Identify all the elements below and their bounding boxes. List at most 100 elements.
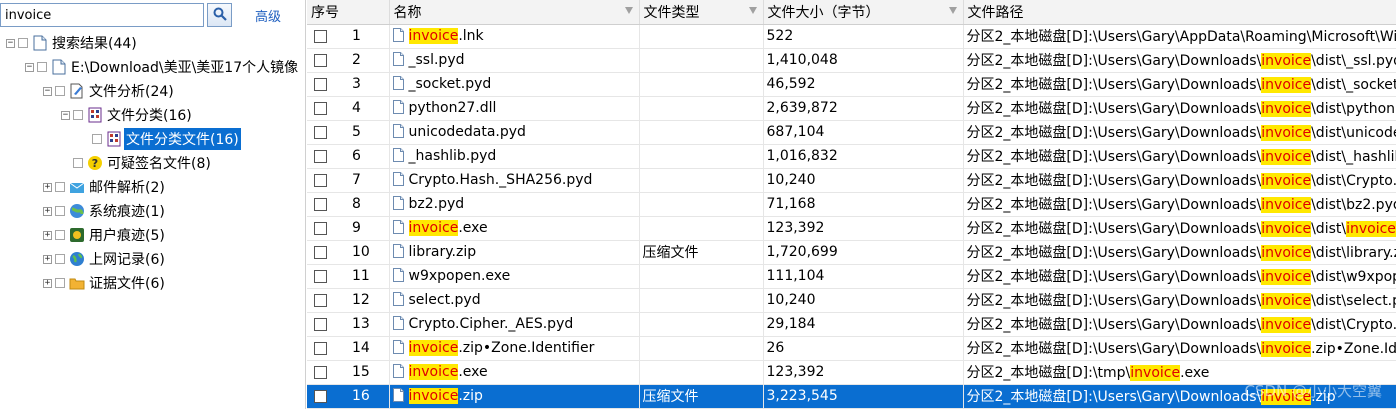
path-cell: 分区2_本地磁盘[D]:\Users\Gary\Downloads\invoic… <box>963 288 1396 313</box>
search-input[interactable] <box>0 3 204 27</box>
row-checkbox[interactable] <box>314 53 327 67</box>
collapse-icon[interactable]: − <box>43 86 52 96</box>
tree-item[interactable]: ? 可疑签名文件(8) <box>61 151 213 175</box>
expand-icon[interactable]: + <box>43 182 52 192</box>
row-checkbox[interactable] <box>314 221 327 235</box>
name-cell: python27.dll <box>389 96 640 121</box>
path-cell: 分区2_本地磁盘[D]:\Users\Gary\Downloads\invoic… <box>963 192 1396 217</box>
column-header-path[interactable]: 文件路径 <box>963 0 1396 25</box>
tree-checkbox[interactable] <box>55 86 65 96</box>
type-cell <box>639 312 764 337</box>
table-row[interactable]: 12 select.pyd 10,240 分区2_本地磁盘[D]:\Users\Gar… <box>307 288 1396 313</box>
table-row[interactable]: 11 w9xpopen.exe 111,104 分区2_本地磁盘[D]:\Users\… <box>307 264 1396 289</box>
row-checkbox[interactable] <box>314 101 327 115</box>
path-cell: 分区2_本地磁盘[D]:\Users\Gary\Downloads\invoic… <box>963 168 1396 193</box>
tree-checkbox[interactable] <box>92 134 102 144</box>
tree-checkbox[interactable] <box>18 38 28 48</box>
path-cell: 分区2_本地磁盘[D]:\Users\Gary\Downloads\invoic… <box>963 120 1396 145</box>
tree-checkbox[interactable] <box>73 158 83 168</box>
expand-icon[interactable]: + <box>43 230 52 240</box>
row-checkbox[interactable] <box>314 245 327 259</box>
keyword-highlight: invoice <box>1261 125 1312 141</box>
table-row[interactable]: 10 library.zip 压缩文件 1,720,699 分区2_本地磁盘[D]:\U… <box>307 240 1396 265</box>
type-cell <box>639 144 764 169</box>
tree-item[interactable]: + 系统痕迹(1) <box>43 199 167 223</box>
file-name: invoice.exe <box>408 364 488 380</box>
name-cell: invoice.lnk <box>389 24 640 49</box>
row-checkbox[interactable] <box>314 341 327 355</box>
row-checkbox[interactable] <box>314 317 327 331</box>
row-checkbox[interactable] <box>314 269 327 283</box>
filter-icon[interactable] <box>624 7 633 14</box>
index-cell: 6 <box>307 144 390 169</box>
table-row[interactable]: 13 Crypto.Cipher._AES.pyd 29,184 分区2_本地磁盘[D… <box>307 312 1396 337</box>
tree-item[interactable]: − 文件分类(16) <box>61 103 194 127</box>
table-row[interactable]: 5 unicodedata.pyd 687,104 分区2_本地磁盘[D]:\User… <box>307 120 1396 145</box>
column-header-index[interactable]: 序号 <box>307 0 390 25</box>
keyword-highlight: invoice <box>1261 317 1312 333</box>
tree-item-label: 邮件解析(2) <box>89 180 165 196</box>
row-checkbox[interactable] <box>314 77 327 91</box>
index-cell: 10 <box>307 240 390 265</box>
file-name: unicodedata.pyd <box>408 124 526 140</box>
search-icon <box>213 7 227 21</box>
tree-item[interactable]: − E:\Download\美亚\美亚17个人镜像 <box>25 55 300 79</box>
table-row[interactable]: 15 invoice.exe 123,392 分区2_本地磁盘[D]:\tmp\inv… <box>307 360 1396 385</box>
tree-item[interactable]: + 上网记录(6) <box>43 247 167 271</box>
column-header-type[interactable]: 文件类型 <box>639 0 764 25</box>
collapse-icon[interactable]: − <box>25 62 34 72</box>
tree-checkbox[interactable] <box>55 182 65 192</box>
tree-checkbox[interactable] <box>55 230 65 240</box>
file-name: _hashlib.pyd <box>408 148 497 164</box>
size-cell: 1,720,699 <box>763 240 964 265</box>
table-row[interactable]: 1 invoice.lnk 522 分区2_本地磁盘[D]:\Users\Gary\A… <box>307 24 1396 49</box>
row-checkbox[interactable] <box>314 149 327 163</box>
tree-item[interactable]: 文件分类文件(16) <box>80 127 241 151</box>
row-checkbox[interactable] <box>314 389 327 403</box>
table-row[interactable]: 3 _socket.pyd 46,592 分区2_本地磁盘[D]:\Users\Gar… <box>307 72 1396 97</box>
category-icon <box>87 107 103 123</box>
tree-checkbox[interactable] <box>73 110 83 120</box>
row-checkbox[interactable] <box>314 365 327 379</box>
filter-icon[interactable] <box>948 7 957 14</box>
filter-icon[interactable] <box>748 7 757 14</box>
table-row[interactable]: 9 invoice.exe 123,392 分区2_本地磁盘[D]:\Users\Ga… <box>307 216 1396 241</box>
table-row[interactable]: 6 _hashlib.pyd 1,016,832 分区2_本地磁盘[D]:\Users… <box>307 144 1396 169</box>
file-name: library.zip <box>408 244 477 260</box>
expand-icon[interactable]: + <box>43 254 52 264</box>
expand-icon[interactable]: + <box>43 278 52 288</box>
tree-item[interactable]: + 证据文件(6) <box>43 271 167 295</box>
tree-checkbox[interactable] <box>37 62 47 72</box>
table-row[interactable]: 7 Crypto.Hash._SHA256.pyd 10,240 分区2_本地磁盘[D… <box>307 168 1396 193</box>
row-checkbox[interactable] <box>314 197 327 211</box>
expand-icon[interactable]: + <box>43 206 52 216</box>
tree-item[interactable]: + 用户痕迹(5) <box>43 223 167 247</box>
tree-checkbox[interactable] <box>55 278 65 288</box>
tree-item[interactable]: − 文件分析(24) <box>43 79 176 103</box>
column-header-name[interactable]: 名称 <box>389 0 640 25</box>
tree-checkbox[interactable] <box>55 206 65 216</box>
index-cell: 9 <box>307 216 390 241</box>
row-checkbox[interactable] <box>314 29 327 43</box>
file-icon <box>392 244 404 258</box>
index-cell: 3 <box>307 72 390 97</box>
collapse-icon[interactable]: − <box>6 38 15 48</box>
table-row[interactable]: 14 invoice.zip•Zone.Identifier 26 分区2_本地磁盘[… <box>307 336 1396 361</box>
table-row[interactable]: 2 _ssl.pyd 1,410,048 分区2_本地磁盘[D]:\Users\Gar… <box>307 48 1396 73</box>
table-row[interactable]: 16 invoice.zip 压缩文件 3,223,545 分区2_本地磁盘[D]:\U… <box>307 384 1396 409</box>
name-cell: w9xpopen.exe <box>389 264 640 289</box>
tree-item[interactable]: + 邮件解析(2) <box>43 175 167 199</box>
column-header-size[interactable]: 文件大小（字节） <box>763 0 964 25</box>
tree-item[interactable]: − 搜索结果(44) <box>6 31 139 55</box>
tree-checkbox[interactable] <box>55 254 65 264</box>
search-button[interactable] <box>207 3 232 27</box>
collapse-icon[interactable]: − <box>61 110 70 120</box>
row-checkbox[interactable] <box>314 173 327 187</box>
advanced-search-link[interactable]: 高级 <box>255 6 281 25</box>
row-number: 7 <box>352 172 361 188</box>
type-cell: 压缩文件 <box>639 240 764 265</box>
row-checkbox[interactable] <box>314 125 327 139</box>
row-checkbox[interactable] <box>314 293 327 307</box>
table-row[interactable]: 4 python27.dll 2,639,872 分区2_本地磁盘[D]:\Users… <box>307 96 1396 121</box>
table-row[interactable]: 8 bz2.pyd 71,168 分区2_本地磁盘[D]:\Users\Gary\Do… <box>307 192 1396 217</box>
